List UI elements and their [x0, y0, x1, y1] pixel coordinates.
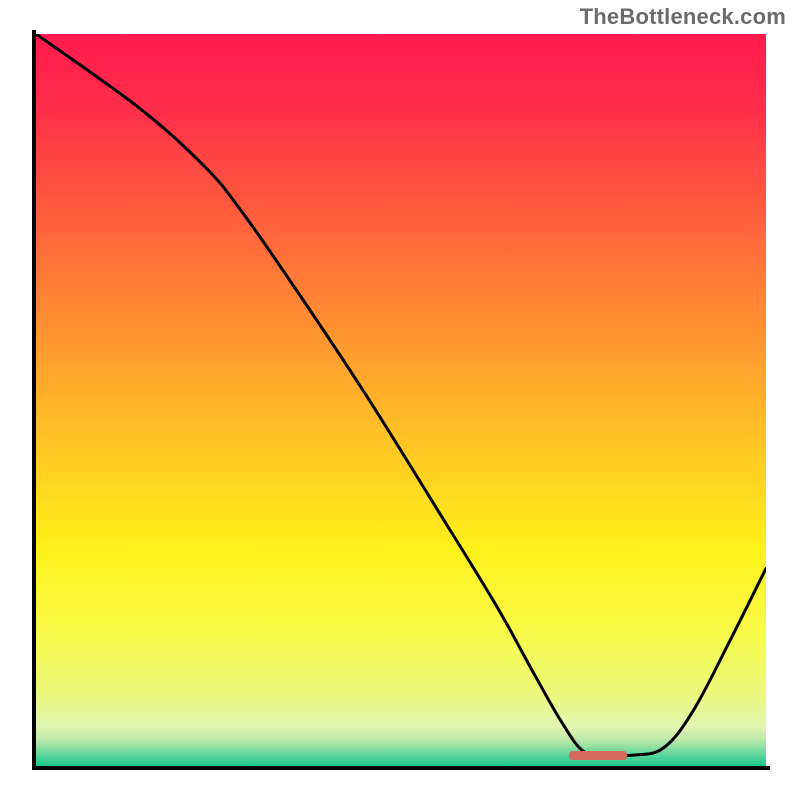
background-rect	[36, 34, 766, 766]
plot-svg	[36, 34, 766, 766]
optimal-marker	[569, 751, 627, 760]
chart-stage: TheBottleneck.com	[0, 0, 800, 800]
axis-x-line	[32, 766, 770, 770]
watermark-text: TheBottleneck.com	[580, 4, 786, 30]
plot-area	[36, 34, 766, 766]
